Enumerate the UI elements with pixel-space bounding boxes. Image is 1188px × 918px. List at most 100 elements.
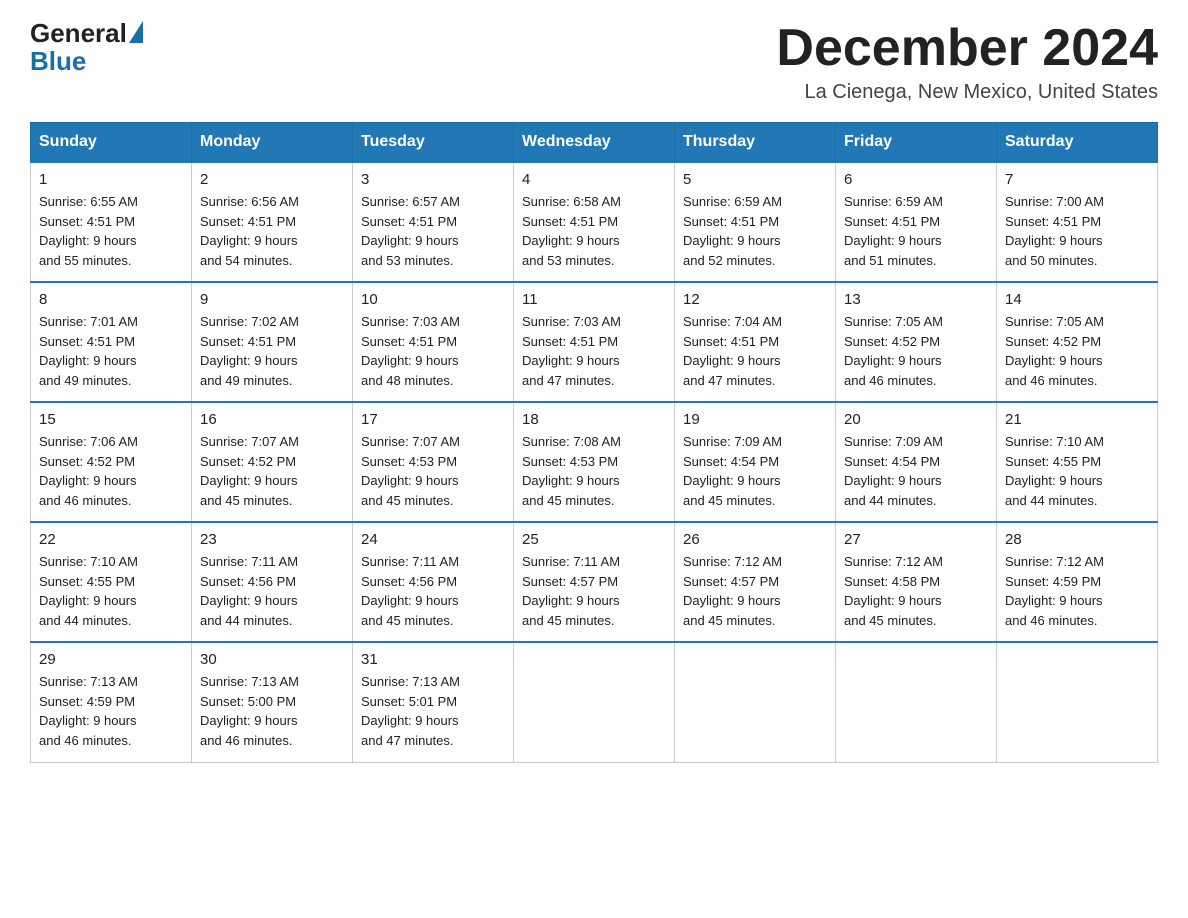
calendar-cell: 21 Sunrise: 7:10 AMSunset: 4:55 PMDaylig… [997,402,1158,522]
calendar-cell [675,642,836,762]
column-header-tuesday: Tuesday [353,123,514,163]
day-info: Sunrise: 7:02 AMSunset: 4:51 PMDaylight:… [200,312,344,390]
logo-triangle-icon [129,21,143,43]
calendar-cell: 27 Sunrise: 7:12 AMSunset: 4:58 PMDaylig… [836,522,997,642]
calendar-week-row: 29 Sunrise: 7:13 AMSunset: 4:59 PMDaylig… [31,642,1158,762]
calendar-table: SundayMondayTuesdayWednesdayThursdayFrid… [30,122,1158,763]
calendar-cell [836,642,997,762]
day-number: 11 [522,291,666,308]
calendar-cell: 25 Sunrise: 7:11 AMSunset: 4:57 PMDaylig… [514,522,675,642]
day-number: 30 [200,651,344,668]
column-header-monday: Monday [192,123,353,163]
calendar-cell: 9 Sunrise: 7:02 AMSunset: 4:51 PMDayligh… [192,282,353,402]
title-area: December 2024 La Cienega, New Mexico, Un… [776,20,1158,104]
calendar-cell [514,642,675,762]
day-number: 21 [1005,411,1149,428]
day-info: Sunrise: 7:08 AMSunset: 4:53 PMDaylight:… [522,432,666,510]
day-info: Sunrise: 7:13 AMSunset: 5:00 PMDaylight:… [200,672,344,750]
day-number: 25 [522,531,666,548]
column-header-sunday: Sunday [31,123,192,163]
day-info: Sunrise: 7:12 AMSunset: 4:59 PMDaylight:… [1005,552,1149,630]
calendar-header: SundayMondayTuesdayWednesdayThursdayFrid… [31,123,1158,163]
calendar-cell: 3 Sunrise: 6:57 AMSunset: 4:51 PMDayligh… [353,162,514,282]
page-header: General Blue December 2024 La Cienega, N… [30,20,1158,104]
logo: General Blue [30,20,145,77]
calendar-cell: 8 Sunrise: 7:01 AMSunset: 4:51 PMDayligh… [31,282,192,402]
day-number: 29 [39,651,183,668]
page-title: December 2024 [776,20,1158,77]
calendar-cell: 5 Sunrise: 6:59 AMSunset: 4:51 PMDayligh… [675,162,836,282]
day-info: Sunrise: 7:09 AMSunset: 4:54 PMDaylight:… [844,432,988,510]
page-subtitle: La Cienega, New Mexico, United States [776,81,1158,104]
day-number: 27 [844,531,988,548]
day-number: 26 [683,531,827,548]
calendar-cell: 24 Sunrise: 7:11 AMSunset: 4:56 PMDaylig… [353,522,514,642]
day-number: 6 [844,171,988,188]
calendar-cell: 23 Sunrise: 7:11 AMSunset: 4:56 PMDaylig… [192,522,353,642]
day-info: Sunrise: 7:00 AMSunset: 4:51 PMDaylight:… [1005,192,1149,270]
calendar-cell: 18 Sunrise: 7:08 AMSunset: 4:53 PMDaylig… [514,402,675,522]
day-number: 15 [39,411,183,428]
calendar-cell: 17 Sunrise: 7:07 AMSunset: 4:53 PMDaylig… [353,402,514,522]
day-info: Sunrise: 7:12 AMSunset: 4:57 PMDaylight:… [683,552,827,630]
day-number: 2 [200,171,344,188]
calendar-cell: 26 Sunrise: 7:12 AMSunset: 4:57 PMDaylig… [675,522,836,642]
day-info: Sunrise: 7:03 AMSunset: 4:51 PMDaylight:… [522,312,666,390]
day-number: 1 [39,171,183,188]
day-info: Sunrise: 7:10 AMSunset: 4:55 PMDaylight:… [1005,432,1149,510]
calendar-cell: 11 Sunrise: 7:03 AMSunset: 4:51 PMDaylig… [514,282,675,402]
day-number: 22 [39,531,183,548]
day-info: Sunrise: 7:13 AMSunset: 4:59 PMDaylight:… [39,672,183,750]
day-info: Sunrise: 7:11 AMSunset: 4:56 PMDaylight:… [361,552,505,630]
calendar-cell: 15 Sunrise: 7:06 AMSunset: 4:52 PMDaylig… [31,402,192,522]
day-number: 31 [361,651,505,668]
logo-blue-text: Blue [30,46,86,77]
day-number: 24 [361,531,505,548]
day-info: Sunrise: 7:03 AMSunset: 4:51 PMDaylight:… [361,312,505,390]
calendar-cell: 2 Sunrise: 6:56 AMSunset: 4:51 PMDayligh… [192,162,353,282]
column-header-friday: Friday [836,123,997,163]
column-header-wednesday: Wednesday [514,123,675,163]
day-info: Sunrise: 7:01 AMSunset: 4:51 PMDaylight:… [39,312,183,390]
day-number: 16 [200,411,344,428]
calendar-week-row: 22 Sunrise: 7:10 AMSunset: 4:55 PMDaylig… [31,522,1158,642]
calendar-cell: 4 Sunrise: 6:58 AMSunset: 4:51 PMDayligh… [514,162,675,282]
calendar-cell [997,642,1158,762]
calendar-cell: 30 Sunrise: 7:13 AMSunset: 5:00 PMDaylig… [192,642,353,762]
day-info: Sunrise: 7:05 AMSunset: 4:52 PMDaylight:… [1005,312,1149,390]
day-number: 10 [361,291,505,308]
calendar-body: 1 Sunrise: 6:55 AMSunset: 4:51 PMDayligh… [31,162,1158,762]
calendar-cell: 1 Sunrise: 6:55 AMSunset: 4:51 PMDayligh… [31,162,192,282]
day-info: Sunrise: 6:57 AMSunset: 4:51 PMDaylight:… [361,192,505,270]
day-info: Sunrise: 6:55 AMSunset: 4:51 PMDaylight:… [39,192,183,270]
calendar-cell: 7 Sunrise: 7:00 AMSunset: 4:51 PMDayligh… [997,162,1158,282]
column-header-thursday: Thursday [675,123,836,163]
day-number: 12 [683,291,827,308]
day-info: Sunrise: 7:12 AMSunset: 4:58 PMDaylight:… [844,552,988,630]
calendar-cell: 20 Sunrise: 7:09 AMSunset: 4:54 PMDaylig… [836,402,997,522]
column-header-saturday: Saturday [997,123,1158,163]
calendar-cell: 12 Sunrise: 7:04 AMSunset: 4:51 PMDaylig… [675,282,836,402]
day-info: Sunrise: 6:58 AMSunset: 4:51 PMDaylight:… [522,192,666,270]
day-number: 13 [844,291,988,308]
calendar-cell: 6 Sunrise: 6:59 AMSunset: 4:51 PMDayligh… [836,162,997,282]
day-number: 19 [683,411,827,428]
calendar-cell: 31 Sunrise: 7:13 AMSunset: 5:01 PMDaylig… [353,642,514,762]
day-number: 20 [844,411,988,428]
day-info: Sunrise: 7:10 AMSunset: 4:55 PMDaylight:… [39,552,183,630]
day-info: Sunrise: 7:09 AMSunset: 4:54 PMDaylight:… [683,432,827,510]
calendar-cell: 28 Sunrise: 7:12 AMSunset: 4:59 PMDaylig… [997,522,1158,642]
day-info: Sunrise: 7:06 AMSunset: 4:52 PMDaylight:… [39,432,183,510]
calendar-week-row: 1 Sunrise: 6:55 AMSunset: 4:51 PMDayligh… [31,162,1158,282]
day-number: 14 [1005,291,1149,308]
calendar-cell: 13 Sunrise: 7:05 AMSunset: 4:52 PMDaylig… [836,282,997,402]
calendar-week-row: 15 Sunrise: 7:06 AMSunset: 4:52 PMDaylig… [31,402,1158,522]
day-number: 3 [361,171,505,188]
calendar-cell: 14 Sunrise: 7:05 AMSunset: 4:52 PMDaylig… [997,282,1158,402]
day-info: Sunrise: 7:07 AMSunset: 4:52 PMDaylight:… [200,432,344,510]
day-number: 8 [39,291,183,308]
calendar-week-row: 8 Sunrise: 7:01 AMSunset: 4:51 PMDayligh… [31,282,1158,402]
day-info: Sunrise: 6:59 AMSunset: 4:51 PMDaylight:… [683,192,827,270]
day-number: 7 [1005,171,1149,188]
day-info: Sunrise: 7:11 AMSunset: 4:57 PMDaylight:… [522,552,666,630]
